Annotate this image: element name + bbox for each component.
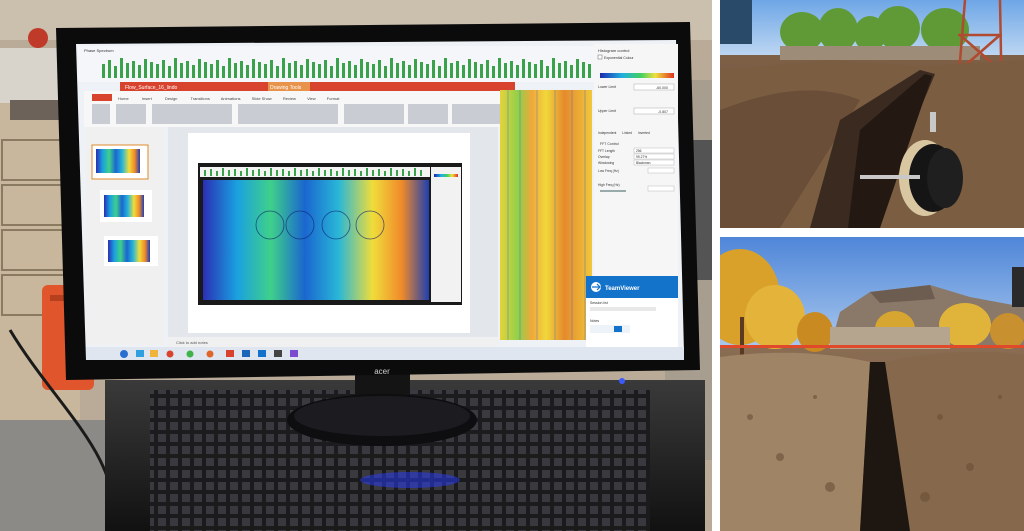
overlap-value[interactable]: 99.27%: [636, 155, 647, 159]
colour-scale-bar: [600, 73, 674, 78]
photo-lab-monitor: acer Phase Spectrum Flow_Surface_16_lind…: [0, 0, 712, 531]
windowing-label: Windowing: [598, 161, 614, 165]
low-freq-label: Low Freq (Hz): [598, 169, 619, 173]
ribbon-tabs: Home Insert Design Transitions Animation…: [118, 96, 340, 101]
teamviewer-brand: TeamViewer: [605, 286, 640, 292]
high-freq-label: High Freq (Hz): [598, 183, 620, 187]
tab-animations[interactable]: Animations: [221, 96, 241, 101]
monitor-brand: acer: [374, 367, 390, 376]
windowing-value[interactable]: Blackman: [636, 161, 651, 165]
taskbar-chrome-icon[interactable]: [186, 350, 194, 358]
start-button-icon[interactable]: [120, 350, 128, 358]
radio-linked[interactable]: Linked: [622, 131, 632, 135]
photo-trench-mountain: [720, 237, 1024, 531]
tab-format[interactable]: Format: [327, 96, 341, 101]
taskbar-powerpoint-icon[interactable]: [226, 350, 234, 357]
fft-control-header: FFT Control: [600, 142, 619, 146]
high-freq-input[interactable]: [647, 185, 675, 192]
teamviewer-session-list[interactable]: Session list: [590, 301, 608, 305]
taskbar: [86, 347, 684, 360]
fft-length-label: FFT Length: [598, 149, 615, 153]
taskbar-teamviewer-icon[interactable]: [258, 350, 266, 357]
slide-spectrogram: [203, 180, 429, 300]
photo-trench-reel: [720, 0, 1024, 228]
radio-independent[interactable]: Independent: [598, 131, 616, 135]
right-spectrogram: [500, 90, 592, 340]
tab-transitions[interactable]: Transitions: [190, 96, 209, 101]
file-title: Flow_Surface_16_lindo: [125, 85, 177, 91]
taskbar-word-icon[interactable]: [242, 350, 250, 357]
overlap-label: Overlap: [598, 155, 610, 159]
trench-reel-scene: [720, 0, 1024, 228]
high-freq-slider[interactable]: [600, 190, 626, 192]
taskbar-terminal-icon[interactable]: [274, 350, 282, 357]
taskbar-extra-icon[interactable]: [290, 350, 298, 357]
notes-placeholder[interactable]: Click to add notes: [176, 340, 208, 345]
power-led: [619, 378, 625, 384]
lower-limit-label: Lower Limit: [598, 85, 616, 89]
taskbar-media-icon[interactable]: [166, 350, 174, 358]
tab-design[interactable]: Design: [165, 96, 177, 101]
tab-slide-show[interactable]: Slide Show: [252, 96, 272, 101]
file-tab[interactable]: [92, 94, 112, 101]
fft-length-value[interactable]: 256: [636, 149, 642, 153]
taskbar-folder-icon[interactable]: [150, 350, 158, 357]
exponential-colour-label: Exponential Colour: [604, 56, 634, 60]
taskbar-app-icon[interactable]: [136, 350, 144, 357]
low-freq-input[interactable]: [647, 167, 675, 174]
tab-view[interactable]: View: [307, 96, 316, 101]
radio-options[interactable]: Independent Linked Inverted: [598, 131, 650, 135]
exponential-colour-checkbox[interactable]: [597, 54, 603, 60]
powerpoint-titlebar: [120, 82, 515, 91]
app-window-title: Phase Spectrum: [84, 48, 114, 53]
radio-inverted[interactable]: Inverted: [638, 131, 650, 135]
tab-review[interactable]: Review: [283, 96, 296, 101]
tab-home[interactable]: Home: [118, 96, 129, 101]
trench-mountain-scene: [720, 237, 1024, 531]
drawing-tools-label: Drawing Tools: [270, 85, 302, 91]
taskbar-firefox-icon[interactable]: [206, 350, 214, 358]
upper-limit-value[interactable]: -0.807: [658, 110, 668, 114]
upper-limit-label: Upper Limit: [598, 109, 616, 113]
histogram-control-header: Histogram control: [598, 48, 629, 53]
teamviewer-notes[interactable]: Notes: [590, 319, 599, 323]
lower-limit-value[interactable]: -60.000: [656, 86, 668, 90]
lab-scene: acer Phase Spectrum Flow_Surface_16_lind…: [0, 0, 712, 531]
dirt-mound-left: [720, 352, 870, 531]
tab-insert[interactable]: Insert: [142, 96, 153, 101]
